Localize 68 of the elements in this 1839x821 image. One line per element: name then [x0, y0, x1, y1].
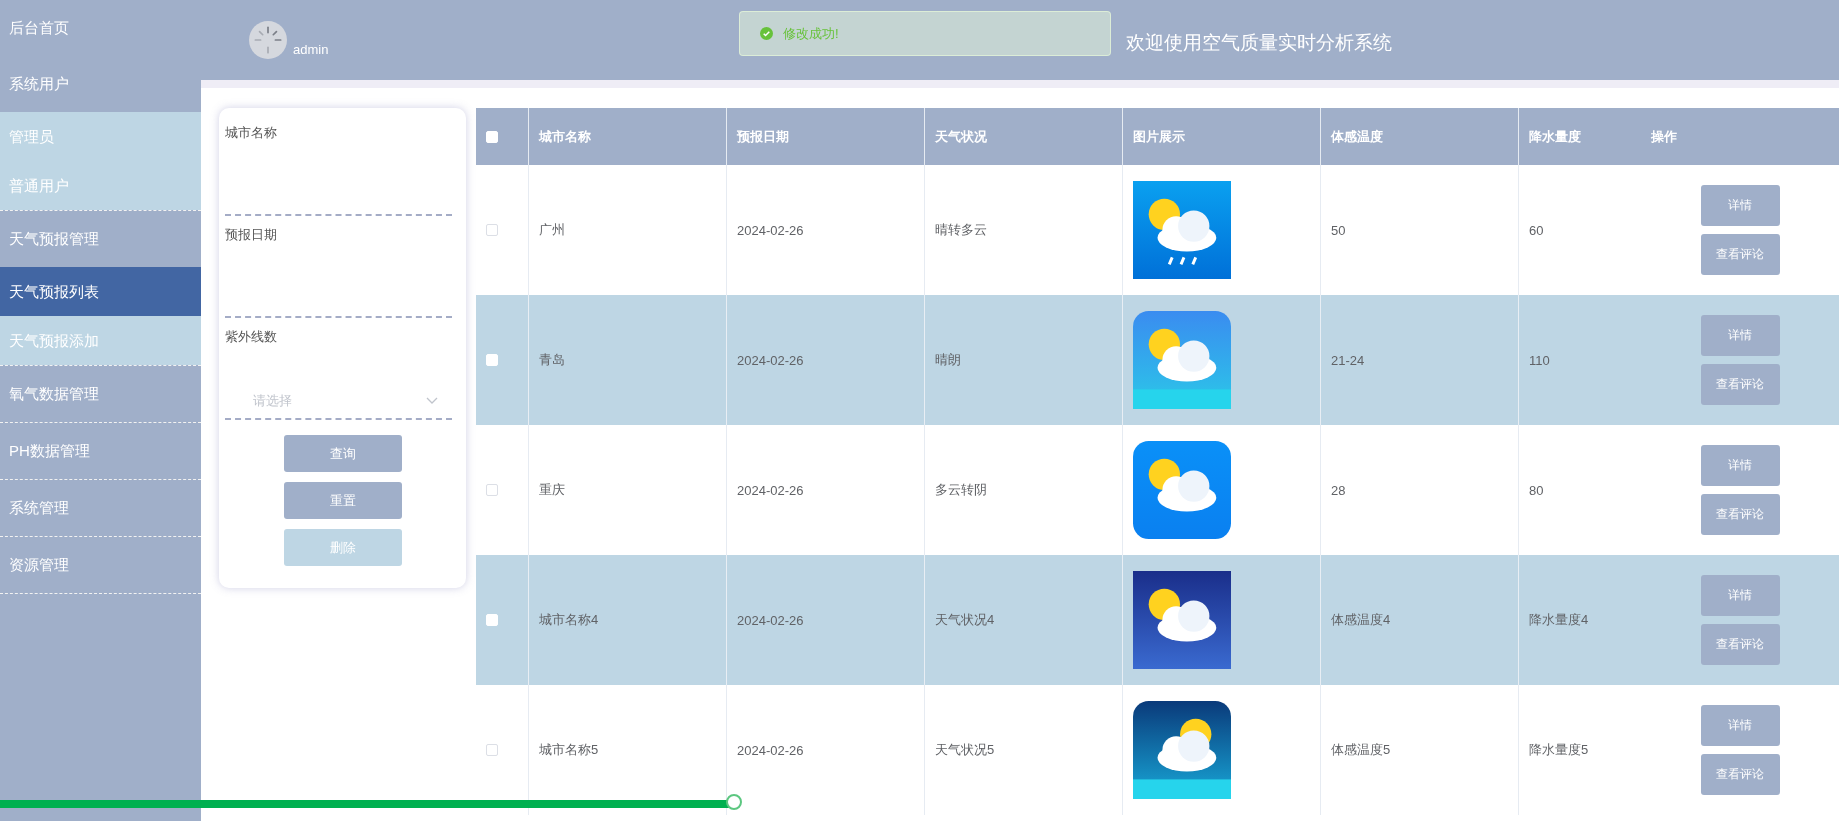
- table-cell: 城市名称5: [539, 741, 599, 759]
- action-button[interactable]: 详情: [1700, 185, 1780, 226]
- action-button[interactable]: 查看评论: [1700, 624, 1780, 665]
- table-cell: 重庆: [539, 481, 565, 499]
- checkbox[interactable]: [486, 224, 498, 236]
- table-cell: 2024-02-26: [737, 352, 804, 368]
- checkbox[interactable]: [486, 744, 498, 756]
- column-header: 预报日期: [737, 127, 789, 146]
- table-cell: 2024-02-26: [737, 222, 804, 238]
- table-cell: 2024-02-26: [737, 742, 804, 758]
- check-icon: [760, 27, 773, 40]
- action-button[interactable]: 查看评论: [1700, 234, 1780, 275]
- column-header: 体感温度: [1331, 127, 1383, 146]
- table-cell: 体感温度5: [1331, 741, 1391, 759]
- column-header: 降水量度: [1529, 127, 1581, 146]
- table-cell: 青岛: [539, 351, 565, 369]
- avatar-icon: [249, 21, 287, 59]
- column-header: 城市名称: [539, 127, 591, 146]
- checkbox[interactable]: [486, 484, 498, 496]
- table-cell: 降水量度4: [1529, 611, 1589, 629]
- table-cell: 天气状况4: [935, 611, 995, 629]
- table-cell: 28: [1331, 482, 1346, 498]
- table-cell: 城市名称4: [539, 611, 599, 629]
- menu-item[interactable]: PH数据管理: [0, 423, 201, 479]
- menu-item[interactable]: 系统用户: [0, 56, 201, 112]
- submenu-item[interactable]: 管理员: [0, 112, 201, 161]
- table-cell: 50: [1331, 222, 1346, 238]
- action-button[interactable]: 详情: [1700, 445, 1780, 486]
- table-cell: 降水量度5: [1529, 741, 1589, 759]
- submenu-item[interactable]: 普通用户: [0, 161, 201, 210]
- system-title: 欢迎使用空气质量实时分析系统: [1126, 30, 1392, 55]
- chevron-down-icon: [426, 397, 438, 405]
- field-label: 城市名称: [225, 124, 278, 142]
- column-header: 操作: [1651, 127, 1677, 146]
- menu-item[interactable]: 天气预报管理: [0, 211, 201, 267]
- filter-button[interactable]: 查询: [283, 435, 402, 472]
- menu-item[interactable]: 系统管理: [0, 480, 201, 536]
- table-cell: 2024-02-26: [737, 612, 804, 628]
- table-cell: 110: [1529, 352, 1550, 368]
- field-label: 紫外线数: [225, 328, 278, 346]
- action-button[interactable]: 详情: [1700, 315, 1780, 356]
- table-cell: 多云转阴: [935, 481, 987, 499]
- username: admin: [293, 42, 329, 57]
- menu-item[interactable]: 资源管理: [0, 537, 201, 593]
- field-label: 预报日期: [225, 226, 278, 244]
- table-cell: 广州: [539, 221, 565, 239]
- action-button[interactable]: 查看评论: [1700, 754, 1780, 795]
- table-cell: 60: [1529, 222, 1544, 238]
- menu-item[interactable]: 氧气数据管理: [0, 366, 201, 422]
- column-header: 天气状况: [935, 127, 987, 146]
- table-cell: 天气状况5: [935, 741, 995, 759]
- action-button[interactable]: 详情: [1700, 575, 1780, 616]
- table-cell: 80: [1529, 482, 1544, 498]
- filter-button[interactable]: 重置: [283, 482, 402, 519]
- table-cell: 2024-02-26: [737, 482, 804, 498]
- toast-message: 修改成功!: [783, 24, 839, 43]
- column-header: 图片展示: [1133, 127, 1185, 146]
- action-button[interactable]: 查看评论: [1700, 494, 1780, 535]
- submenu-item[interactable]: 天气预报列表: [0, 267, 201, 316]
- table-cell: 21-24: [1331, 352, 1365, 368]
- table-cell: 晴朗: [935, 351, 961, 369]
- menu-item[interactable]: 后台首页: [0, 0, 201, 56]
- select-field[interactable]: 请选择: [225, 384, 452, 420]
- submenu-item[interactable]: 天气预报添加: [0, 316, 201, 365]
- action-button[interactable]: 查看评论: [1700, 364, 1780, 405]
- table-cell: 晴转多云: [935, 221, 987, 239]
- action-button[interactable]: 详情: [1700, 705, 1780, 746]
- table-cell: 体感温度4: [1331, 611, 1391, 629]
